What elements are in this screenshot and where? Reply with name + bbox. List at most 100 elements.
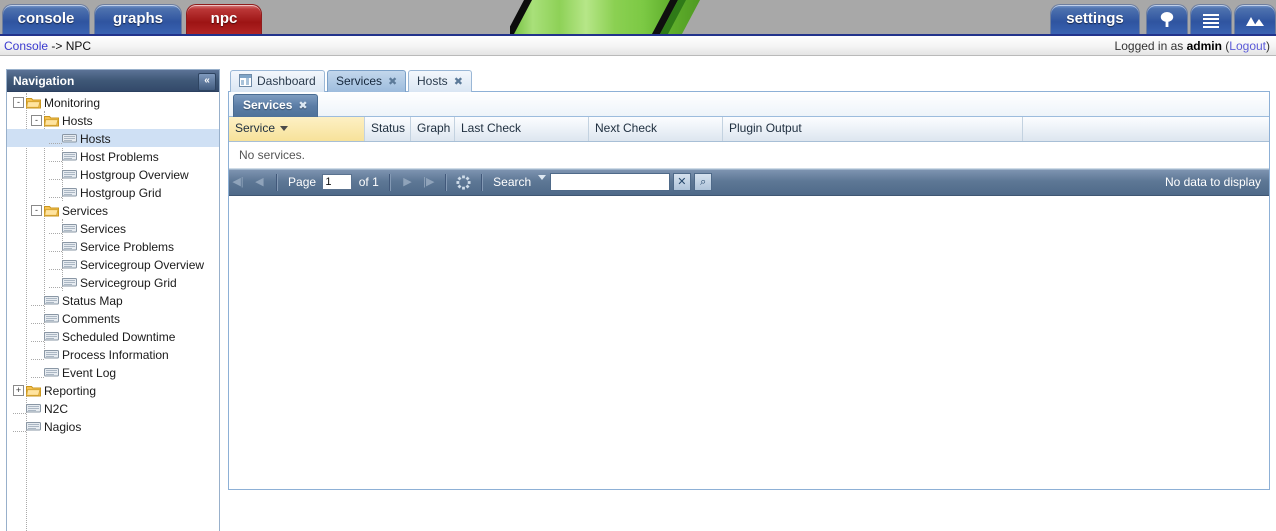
header-tab-graphs[interactable]: graphs <box>94 4 182 34</box>
nav-item-label: Service Problems <box>80 239 175 254</box>
services-grid-panel: Services ✖ Service Status Graph Last Check Ne… <box>228 92 1270 490</box>
header-tab-console[interactable]: console <box>2 4 90 34</box>
grid-column-label: Last Check <box>461 121 522 135</box>
navigation-tree[interactable]: - Monitoring - Hosts Hosts Host Problems Hostg… <box>7 93 219 531</box>
tree-hline <box>49 278 62 288</box>
close-icon[interactable]: ✖ <box>388 72 397 92</box>
npc-green-logo-icon <box>510 0 700 34</box>
nav-item-label: Status Map <box>62 293 123 308</box>
grid-column-header: Service Status Graph Last Check Next Check Pl… <box>229 117 1269 142</box>
collapse-node-icon[interactable]: - <box>31 205 42 217</box>
inner-tab-label: Services <box>243 98 293 112</box>
grid-column-last-check[interactable]: Last Check <box>455 117 589 141</box>
list-icon <box>1203 13 1219 28</box>
outer-tab-hosts[interactable]: Hosts ✖ <box>408 70 472 92</box>
pager-separator <box>389 174 392 191</box>
collapse-node-icon[interactable]: - <box>13 97 24 109</box>
pager-last-button[interactable]: |▶ <box>420 170 438 195</box>
nav-item-label: Servicegroup Overview <box>80 257 205 272</box>
nav-item-hostgroup-overview[interactable]: Hostgroup Overview <box>7 165 219 183</box>
close-icon[interactable]: ✖ <box>454 72 463 92</box>
grid-column-label: Plugin Output <box>729 121 802 135</box>
tree-icon <box>1160 11 1174 27</box>
pager-first-button[interactable]: ◀| <box>229 170 247 195</box>
page-icon <box>26 404 41 413</box>
pager-prev-button[interactable]: ◀ <box>250 170 268 195</box>
folder-icon <box>44 205 59 217</box>
tree-hline <box>49 188 62 198</box>
header-tab-tree[interactable] <box>1146 4 1188 34</box>
grid-column-plugin-output[interactable]: Plugin Output <box>723 117 1023 141</box>
collapse-node-icon[interactable]: - <box>31 115 42 127</box>
logout-link[interactable]: Logout <box>1229 39 1266 53</box>
expand-node-icon[interactable]: + <box>13 385 24 397</box>
nav-item-process-information[interactable]: Process Information <box>7 345 219 363</box>
outer-tab-services[interactable]: Services ✖ <box>327 70 407 92</box>
search-mode-label[interactable]: Search <box>490 170 534 195</box>
nav-item-hostgroup-grid[interactable]: Hostgroup Grid <box>7 183 219 201</box>
nav-item-services[interactable]: - Services <box>7 201 219 219</box>
nav-item-services[interactable]: Services <box>7 219 219 237</box>
header-tab-list[interactable] <box>1190 4 1232 34</box>
nav-item-monitoring[interactable]: - Monitoring <box>7 93 219 111</box>
refresh-icon[interactable] <box>456 175 472 190</box>
close-icon[interactable]: ✖ <box>298 100 307 112</box>
header-tab-settings[interactable]: settings <box>1050 4 1140 34</box>
grid-column-status[interactable]: Status <box>365 117 411 141</box>
outer-tab-dashboard[interactable]: Dashboard <box>230 70 325 92</box>
login-info: Logged in as admin (Logout) <box>1115 39 1270 53</box>
breadcrumb: Console -> NPC <box>4 39 91 53</box>
tree-hline <box>13 422 26 432</box>
navigation-panel: Navigation « - Monitoring - Hosts Hosts Host … <box>6 69 220 531</box>
page-icon <box>44 296 59 305</box>
nav-item-service-problems[interactable]: Service Problems <box>7 237 219 255</box>
content-panel: Dashboard Services ✖ Hosts ✖ Services ✖ Servi… <box>228 69 1270 531</box>
page-icon <box>62 224 77 233</box>
nav-item-label: Reporting <box>44 383 97 398</box>
outer-tab-strip: Dashboard Services ✖ Hosts ✖ <box>228 69 1270 92</box>
nav-item-nagios[interactable]: Nagios <box>7 417 219 435</box>
nav-item-host-problems[interactable]: Host Problems <box>7 147 219 165</box>
search-input[interactable] <box>549 173 670 191</box>
nav-item-hosts[interactable]: - Hosts <box>7 111 219 129</box>
nav-item-status-map[interactable]: Status Map <box>7 291 219 309</box>
nav-item-hosts[interactable]: Hosts <box>7 129 219 147</box>
navigation-title: Navigation <box>13 74 75 88</box>
folder-icon <box>44 115 59 127</box>
nav-item-n2c[interactable]: N2C <box>7 399 219 417</box>
breadcrumb-bar: Console -> NPC Logged in as admin (Logou… <box>0 34 1276 56</box>
grid-column-service[interactable]: Service <box>229 117 365 141</box>
nav-item-label: Event Log <box>62 365 117 380</box>
nav-item-label: Services <box>80 221 127 236</box>
search-clear-button[interactable]: ✕ <box>672 173 691 191</box>
nav-item-label: Services <box>62 203 109 218</box>
grid-column-graph[interactable]: Graph <box>411 117 455 141</box>
nav-item-label: Host Problems <box>80 149 159 164</box>
collapse-panel-button[interactable]: « <box>198 73 216 91</box>
header-tab-npc[interactable]: npc <box>186 4 262 34</box>
chevron-down-icon[interactable] <box>538 175 547 181</box>
inner-tab-services[interactable]: Services ✖ <box>233 94 318 117</box>
header-tab-chart[interactable] <box>1234 4 1276 34</box>
pager-of-label: of 1 <box>358 175 379 189</box>
outer-tab-label: Services <box>336 74 383 88</box>
nav-item-scheduled-downtime[interactable]: Scheduled Downtime <box>7 327 219 345</box>
logout-close-paren: ) <box>1266 39 1270 53</box>
nav-item-reporting[interactable]: + Reporting <box>7 381 219 399</box>
pager-page-input[interactable] <box>322 174 353 190</box>
grid-column-next-check[interactable]: Next Check <box>589 117 723 141</box>
nav-item-label: Comments <box>62 311 121 326</box>
grid-pager-toolbar: ◀| ◀ Page of 1 ▶ |▶ <box>229 169 1269 196</box>
breadcrumb-link-console[interactable]: Console <box>4 39 48 53</box>
nav-item-servicegroup-overview[interactable]: Servicegroup Overview <box>7 255 219 273</box>
nav-item-comments[interactable]: Comments <box>7 309 219 327</box>
nav-item-event-log[interactable]: Event Log <box>7 363 219 381</box>
nav-item-label: Hostgroup Overview <box>80 167 189 182</box>
grid-empty-message: No services. <box>229 142 1269 169</box>
pager-next-button[interactable]: ▶ <box>398 170 416 195</box>
tree-hline <box>31 350 44 360</box>
search-submit-button[interactable]: ⌕ <box>694 173 713 191</box>
nav-item-servicegroup-grid[interactable]: Servicegroup Grid <box>7 273 219 291</box>
tree-hline <box>31 368 44 378</box>
tree-hline <box>49 170 62 180</box>
